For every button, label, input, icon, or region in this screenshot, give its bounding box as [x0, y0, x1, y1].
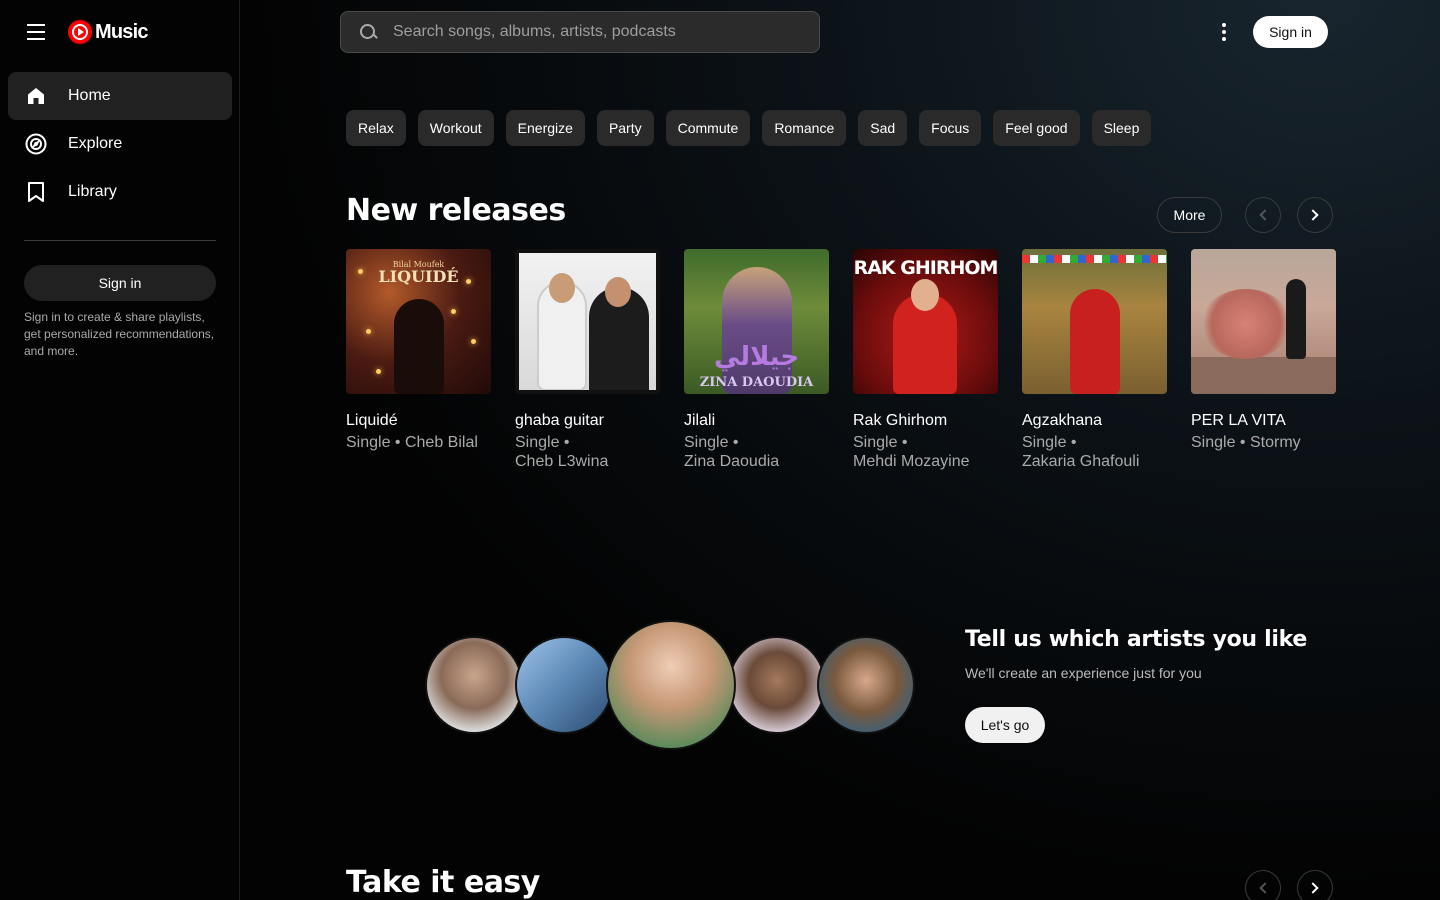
release-card[interactable]: جيلالي ZINA DAOUDIA Jilali Single • Zina …	[684, 249, 829, 471]
sidebar-item-label: Library	[68, 183, 117, 200]
release-card[interactable]: PER LA VITA Single • Stormy	[1191, 249, 1336, 471]
topbar-left: Music	[24, 18, 148, 46]
chevron-left-icon	[1259, 209, 1271, 221]
album-art[interactable]	[1191, 249, 1336, 394]
logo[interactable]: Music	[68, 20, 148, 44]
album-art-title-text: LIQUIDÉ	[378, 267, 459, 286]
chevron-left-icon	[1259, 882, 1271, 894]
release-subtitle: Single • Cheb L3wina	[515, 434, 609, 470]
release-title[interactable]: Liquidé	[346, 411, 491, 431]
explore-icon	[24, 132, 48, 156]
chevron-right-icon	[1307, 882, 1319, 894]
more-options-icon[interactable]	[1212, 20, 1236, 44]
album-art[interactable]	[1022, 249, 1167, 394]
chip-relax[interactable]: Relax	[346, 110, 406, 146]
sidebar-item-label: Explore	[68, 135, 123, 152]
chip-energize[interactable]: Energize	[505, 110, 585, 146]
lets-go-button[interactable]: Let's go	[965, 707, 1045, 743]
more-button[interactable]: More	[1157, 197, 1222, 233]
chip-party[interactable]: Party	[596, 110, 654, 146]
carousel-prev-button[interactable]	[1245, 870, 1281, 900]
chip-workout[interactable]: Workout	[417, 110, 494, 146]
search-bar[interactable]	[340, 11, 820, 53]
promo-subtitle: We'll create an experience just for you	[965, 665, 1202, 681]
album-art[interactable]: RAK GHIRHOM	[853, 249, 998, 394]
chip-commute[interactable]: Commute	[665, 110, 751, 146]
album-art[interactable]: جيلالي ZINA DAOUDIA	[684, 249, 829, 394]
artist-avatar[interactable]	[425, 636, 523, 734]
artist-avatars	[425, 620, 915, 750]
album-art-title-text: ZINA DAOUDIA	[699, 375, 814, 390]
search-input[interactable]	[393, 23, 793, 41]
chip-focus[interactable]: Focus	[919, 110, 982, 146]
release-card[interactable]: Bilal Moufek LIQUIDÉ Liquidé Single • Ch…	[346, 249, 491, 471]
artist-avatar[interactable]	[728, 636, 826, 734]
chip-feel-good[interactable]: Feel good	[993, 110, 1080, 146]
release-card[interactable]: Agzakhana Single • Zakaria Ghafouli	[1022, 249, 1167, 471]
album-art[interactable]	[515, 249, 660, 394]
music-logo-icon	[68, 20, 92, 44]
sidebar-item-library[interactable]: Library	[8, 168, 232, 216]
sidebar-item-home[interactable]: Home	[8, 72, 232, 120]
chip-romance[interactable]: Romance	[762, 110, 847, 146]
sidebar-item-label: Home	[68, 87, 111, 104]
promo-title: Tell us which artists you like	[965, 627, 1307, 652]
release-subtitle: Single • Cheb Bilal	[346, 434, 478, 451]
artist-avatar[interactable]	[606, 620, 736, 750]
sidebar-signin-note: Sign in to create & share playlists, get…	[24, 310, 215, 358]
release-title[interactable]: Agzakhana	[1022, 411, 1167, 431]
sidebar-divider	[24, 240, 216, 241]
artist-avatar[interactable]	[515, 636, 613, 734]
release-subtitle: Single • Mehdi Mozayine	[853, 434, 970, 470]
release-title[interactable]: Jilali	[684, 411, 829, 431]
section-title-take-it-easy: Take it easy	[346, 865, 540, 900]
header-signin-button[interactable]: Sign in	[1253, 16, 1328, 48]
chip-sleep[interactable]: Sleep	[1091, 110, 1152, 146]
carousel-next-button[interactable]	[1297, 870, 1333, 900]
album-art[interactable]: Bilal Moufek LIQUIDÉ	[346, 249, 491, 394]
sidebar-nav: Home Explore Library	[8, 72, 232, 216]
mood-chips: Relax Workout Energize Party Commute Rom…	[346, 110, 1152, 146]
release-subtitle: Single • Stormy	[1191, 434, 1301, 451]
sidebar-signin-button[interactable]: Sign in	[24, 265, 216, 301]
new-releases-carousel: Bilal Moufek LIQUIDÉ Liquidé Single • Ch…	[346, 249, 1336, 471]
menu-icon[interactable]	[24, 20, 48, 44]
chevron-right-icon	[1307, 209, 1319, 221]
release-card[interactable]: RAK GHIRHOM Rak Ghirhom Single • Mehdi Mo…	[853, 249, 998, 471]
library-icon	[24, 180, 48, 204]
album-art-title-text: RAK GHIRHOM	[853, 257, 998, 279]
release-title[interactable]: ghaba guitar	[515, 411, 660, 431]
chip-sad[interactable]: Sad	[858, 110, 908, 146]
main-content: Sign in Relax Workout Energize Party Com…	[240, 0, 1440, 900]
carousel-prev-button[interactable]	[1245, 197, 1281, 233]
release-title[interactable]: Rak Ghirhom	[853, 411, 998, 431]
release-subtitle: Single • Zina Daoudia	[684, 434, 780, 470]
carousel-next-button[interactable]	[1297, 197, 1333, 233]
search-icon	[359, 23, 377, 41]
section-title-new-releases: New releases	[346, 193, 566, 228]
release-title[interactable]: PER LA VITA	[1191, 411, 1336, 431]
sidebar: Music Home Explore Library Sign in Sign …	[0, 0, 240, 900]
home-icon	[24, 84, 48, 108]
artist-avatar[interactable]	[817, 636, 915, 734]
release-card[interactable]: ghaba guitar Single • Cheb L3wina	[515, 249, 660, 471]
release-subtitle: Single • Zakaria Ghafouli	[1022, 434, 1140, 470]
sidebar-item-explore[interactable]: Explore	[8, 120, 232, 168]
logo-text: Music	[95, 20, 148, 43]
